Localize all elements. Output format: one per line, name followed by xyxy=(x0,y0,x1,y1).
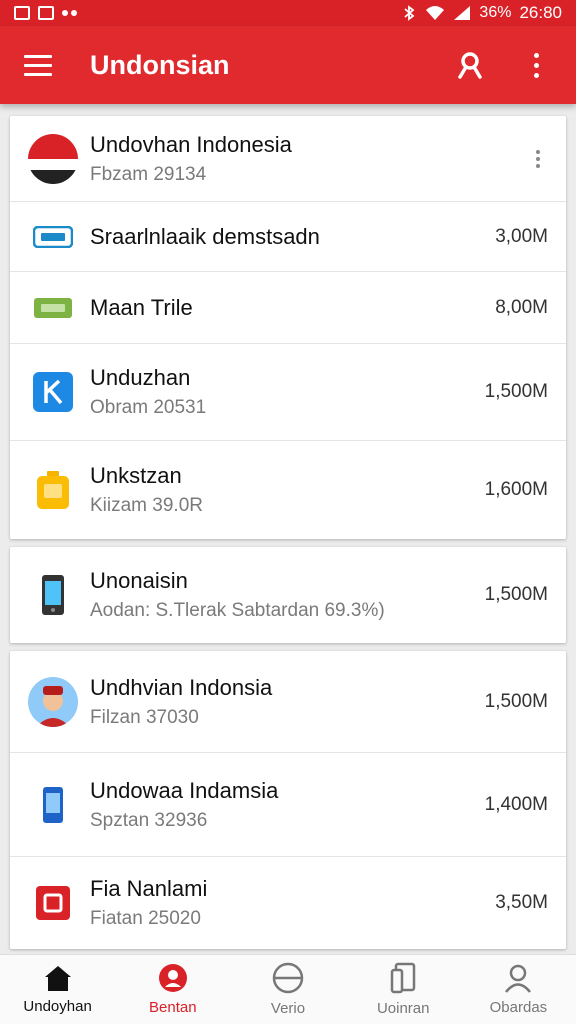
item-title: Fia Nanlami xyxy=(90,876,208,901)
nav-label: Undoyhan xyxy=(23,998,92,1015)
item-title: Undovhan Indonesia xyxy=(90,131,292,157)
clock: 26:80 xyxy=(519,3,562,22)
item-size: 1,500M xyxy=(484,381,548,402)
battery-icon xyxy=(28,465,78,515)
item-title: Sraarlnlaaik demstsadn xyxy=(90,223,320,249)
menu-icon[interactable] xyxy=(18,45,58,85)
nav-item-device[interactable]: Uoinran xyxy=(346,955,461,1024)
download-card: Undhvian Indonsia Filzan 37030 1,500M Un… xyxy=(10,651,566,949)
more-notifications-icon xyxy=(62,10,77,16)
list-item[interactable]: Undhvian Indonsia Filzan 37030 1,500M xyxy=(10,651,566,753)
item-title: Undowaa Indamsia xyxy=(90,777,279,803)
phone-icon xyxy=(28,570,78,620)
item-title: Unonaisin xyxy=(90,568,188,593)
profile-icon xyxy=(158,964,187,992)
list-item[interactable]: Unkstzan Kiizam 39.0R 1,600M xyxy=(10,441,566,539)
nav-item-user[interactable]: Obardas xyxy=(461,955,576,1024)
item-size: 3,50M xyxy=(495,892,548,913)
item-menu-icon[interactable] xyxy=(528,149,548,168)
home-icon xyxy=(44,966,71,991)
status-bar: 36% 26:80 xyxy=(0,0,576,26)
download-card: Undovhan Indonesia Fbzam 29134 Sraarlnla… xyxy=(10,116,566,539)
nav-item-profile[interactable]: Bentan xyxy=(115,955,230,1024)
overflow-menu-icon[interactable] xyxy=(514,43,558,87)
battery-percent: 36% xyxy=(479,4,512,21)
nav-item-home[interactable]: Undoyhan xyxy=(0,955,115,1024)
list-item[interactable]: Sraarlnlaaik demstsadn 3,00M xyxy=(10,202,566,272)
list-item[interactable]: Maan Trile 8,00M xyxy=(10,272,566,344)
app-notification-icon xyxy=(38,6,54,20)
item-subtitle: Spztan 32936 xyxy=(90,809,208,831)
item-title: Maan Trile xyxy=(90,294,193,320)
sim-icon xyxy=(28,283,78,333)
nav-label: Verio xyxy=(270,1000,306,1017)
item-title: Unduzhan xyxy=(90,365,191,390)
item-size: 1,500M xyxy=(484,690,548,712)
item-subtitle: Obram 20531 xyxy=(90,397,207,418)
item-subtitle: Filzan 37030 xyxy=(90,706,199,728)
download-list: Undovhan Indonesia Fbzam 29134 Sraarlnla… xyxy=(0,104,576,954)
circle-icon xyxy=(272,962,304,994)
item-title: Unkstzan xyxy=(90,463,182,488)
nav-label: Uoinran xyxy=(376,1000,430,1017)
item-subtitle: Fiatan 25020 xyxy=(90,908,201,929)
mobile-icon xyxy=(28,780,78,830)
list-item[interactable]: Undovhan Indonesia Fbzam 29134 xyxy=(10,116,566,202)
nav-label: Bentan xyxy=(149,999,197,1016)
nav-label: Obardas xyxy=(489,999,548,1016)
person-avatar-icon xyxy=(28,676,78,727)
card-icon xyxy=(28,212,78,262)
wifi-icon xyxy=(426,6,445,20)
app-bar: Undonsian xyxy=(0,26,576,104)
item-size: 8,00M xyxy=(495,296,548,318)
user-icon xyxy=(505,964,532,993)
list-item[interactable]: Undowaa Indamsia Spztan 32936 1,400M xyxy=(10,753,566,857)
bottom-navigation: Undoyhan Bentan Verio Uoinran Obardas xyxy=(0,954,576,1024)
nav-item-verio[interactable]: Verio xyxy=(230,955,345,1024)
account-search-icon[interactable] xyxy=(448,43,492,87)
download-card: Unonaisin Aodan: S.Tlerak Sabtardan 69.3… xyxy=(10,547,566,643)
signal-icon xyxy=(454,6,471,20)
file-icon xyxy=(28,878,78,928)
item-subtitle: Aodan: S.Tlerak Sabtardan 69.3%) xyxy=(90,600,385,621)
app-k-icon xyxy=(28,367,78,417)
item-subtitle: Fbzam 29134 xyxy=(90,163,207,185)
list-item[interactable]: Fia Nanlami Fiatan 25020 3,50M xyxy=(10,857,566,949)
item-size: 1,400M xyxy=(484,793,548,815)
indonesia-flag-avatar-icon xyxy=(28,133,78,184)
page-title: Undonsian xyxy=(90,49,230,80)
gallery-notification-icon xyxy=(14,6,30,20)
item-size: 1,500M xyxy=(484,584,548,605)
item-size: 1,600M xyxy=(484,479,548,500)
item-size: 3,00M xyxy=(495,225,548,247)
bluetooth-icon xyxy=(404,5,415,21)
device-icon xyxy=(390,962,416,994)
list-item[interactable]: Unduzhan Obram 20531 1,500M xyxy=(10,344,566,441)
list-item[interactable]: Unonaisin Aodan: S.Tlerak Sabtardan 69.3… xyxy=(10,547,566,643)
item-title: Undhvian Indonsia xyxy=(90,674,273,700)
item-subtitle: Kiizam 39.0R xyxy=(90,495,203,516)
